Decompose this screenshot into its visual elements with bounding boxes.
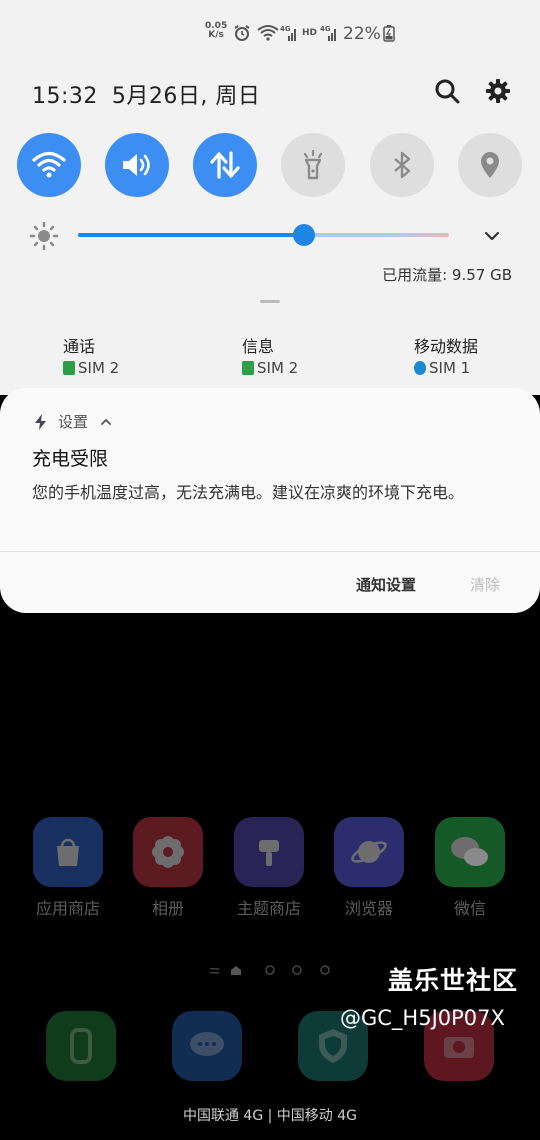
notification-title: 充电受限 [32,448,109,470]
paintbrush-icon [234,817,304,887]
sim-calls[interactable]: 通话 SIM 2 [63,333,119,377]
sim-messages-value: SIM 2 [257,359,299,377]
browser-app[interactable]: 浏览器 [319,817,419,919]
phone-icon [63,361,75,375]
wifi-toggle[interactable] [17,133,81,197]
sound-toggle[interactable] [105,133,169,197]
app-label: 微信 [453,899,486,918]
app-label: 主题商店 [236,899,301,918]
globe-icon [414,361,426,375]
signal-icon-2: 4G [320,25,336,41]
notification-app-header[interactable]: 设置 [34,411,112,432]
brightness-slider[interactable] [78,224,449,246]
watermark-user: @GC_H5J0P07X [340,1006,505,1030]
location-pin-icon [481,152,499,178]
chevron-up-icon[interactable] [100,417,112,427]
phone-handset-icon [70,1028,92,1064]
notification-settings-button[interactable]: 通知设置 [356,574,416,595]
message-icon [242,361,254,375]
theme-store-app[interactable]: 主题商店 [219,817,319,919]
sim-messages-label: 信息 [242,337,275,356]
network-speed: 0.05 K/s [205,21,228,40]
sim-calls-label: 通话 [63,337,96,356]
flashlight-icon [303,149,323,180]
notification-body: 您的手机温度过高，无法充满电。建议在凉爽的环境下充电。 [32,483,465,502]
status-bar: 0.05 K/s 4G HD 4G 22% [0,18,540,48]
app-store-app[interactable]: 应用商店 [18,817,118,919]
network-type-2: 4G [320,25,331,33]
chevron-down-icon[interactable] [482,226,502,246]
camera-icon [444,1037,474,1058]
shopping-bag-icon [33,817,103,887]
sim-calls-value: SIM 2 [78,359,120,377]
phone-app[interactable] [46,1011,116,1081]
signal-icon-1: 4G [280,25,296,41]
wifi-icon [32,151,66,178]
sim-mobile-data[interactable]: 移动数据 SIM 1 [414,333,478,377]
watermark-site: 盖乐世社区 [388,966,519,995]
messages-app[interactable] [172,1011,242,1081]
brightness-icon [29,221,59,251]
mobile-data-toggle[interactable] [193,133,257,197]
lightning-bolt-icon [35,413,46,430]
carrier-info: 中国联通 4G | 中国移动 4G [182,1108,358,1124]
app-label: 相册 [151,899,184,918]
data-arrows-icon [210,151,240,179]
wechat-icon [435,817,505,887]
sim-mobile-data-label: 移动数据 [414,337,479,356]
volume-icon [123,154,150,176]
app-label: 浏览器 [344,899,393,918]
bluetooth-icon [394,151,411,179]
shield-icon [319,1029,347,1063]
home-screen: 应用商店 相册 主题商店 浏览器 微信 盖乐世社区 @GC_H5J0P07X 中… [0,613,540,1140]
page-indicator [210,965,330,975]
hd-label: HD [302,28,318,38]
gallery-app[interactable]: 相册 [118,817,218,919]
divider [0,551,540,552]
wifi-status-icon [257,25,279,41]
flashlight-toggle[interactable] [281,133,345,197]
planet-icon [334,817,404,887]
network-type-1: 4G [280,25,291,33]
clock-time: 15:32 [32,84,98,109]
search-icon[interactable] [433,77,461,105]
wechat-app[interactable]: 微信 [420,817,520,919]
quick-panel: 0.05 K/s 4G HD 4G 22% 15:32 5月26日, 周日 已用… [0,0,540,395]
panel-drag-handle[interactable] [260,300,280,303]
sim-messages[interactable]: 信息 SIM 2 [242,333,298,377]
bluetooth-toggle[interactable] [370,133,434,197]
battery-charging-icon [383,25,395,42]
date-text: 5月26日, 周日 [111,84,261,109]
location-toggle[interactable] [458,133,522,197]
sim-mobile-data-value: SIM 1 [429,359,471,377]
data-usage-text: 已用流量: 9.57 GB [382,266,512,284]
notification-card[interactable]: 设置 充电受限 您的手机温度过高，无法充满电。建议在凉爽的环境下充电。 通知设置… [0,388,540,613]
alarm-icon [234,25,250,41]
notification-app-name: 设置 [58,413,89,431]
brightness-fill [78,233,305,237]
flower-icon [133,817,203,887]
clear-button[interactable]: 清除 [470,574,500,595]
brightness-thumb[interactable] [293,224,316,246]
gear-icon[interactable] [484,77,512,105]
chat-bubble-icon [190,1032,224,1056]
battery-percent: 22% [343,24,381,44]
app-label: 应用商店 [35,899,100,918]
datetime: 15:32 5月26日, 周日 [32,78,260,110]
